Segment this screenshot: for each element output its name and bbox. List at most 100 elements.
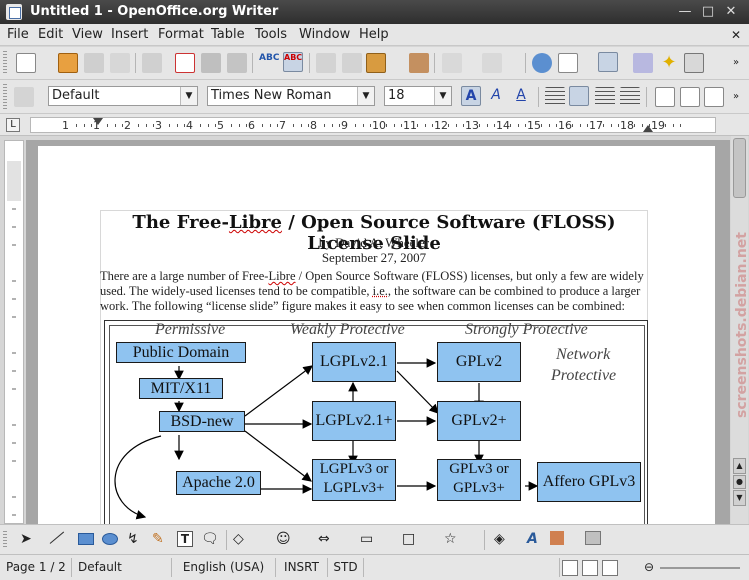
vertical-ruler[interactable] [4,140,24,524]
maximize-icon[interactable]: □ [700,4,716,20]
single-page-view-icon[interactable] [562,560,578,576]
status-page-style[interactable]: Default [72,558,172,577]
decrease-indent-icon[interactable] [704,87,724,107]
page-preview-icon[interactable] [227,53,247,73]
menu-help[interactable]: Help [359,27,389,42]
toolbar-grip[interactable] [3,51,7,75]
node-lgpl3[interactable]: LGPLv3 or LGPLv3+ [312,459,396,501]
save-icon[interactable] [84,53,104,73]
copy-icon[interactable] [342,53,362,73]
menu-insert[interactable]: Insert [111,27,148,42]
underline-icon[interactable]: A [511,86,531,106]
align-center-icon[interactable] [569,86,589,106]
menu-table[interactable]: Table [211,27,245,42]
points-icon[interactable]: ◈ [494,531,505,547]
spellcheck-icon[interactable]: ABC [259,53,279,73]
freeform-icon[interactable]: ✎ [152,531,164,547]
align-left-icon[interactable] [545,87,565,107]
menu-format[interactable]: Format [158,27,204,42]
node-apache[interactable]: Apache 2.0 [176,471,261,495]
toolbar-grip[interactable] [3,84,7,109]
redo-icon[interactable] [482,53,502,73]
node-affero-gplv3[interactable]: Affero GPLv3 [537,462,641,502]
block-arrows-icon[interactable]: ⇔ [318,531,330,547]
callout-icon[interactable]: 🗨 [201,531,219,547]
book-view-icon[interactable] [602,560,618,576]
navigator-icon[interactable]: ✦ [659,53,679,73]
page[interactable]: The Free-Libre / Open Source Software (F… [38,146,715,524]
node-gpl3[interactable]: GPLv3 or GPLv3+ [437,459,521,501]
menu-window[interactable]: Window [299,27,350,42]
extrusion-icon[interactable] [585,531,601,545]
node-lgpl21[interactable]: LGPLv2.1 [312,342,396,382]
paragraph-style-select[interactable]: Default ▼ [48,86,198,106]
node-bsd-new[interactable]: BSD-new [159,411,245,432]
toolbar-grip[interactable] [3,531,7,548]
document-author[interactable]: by David A. Wheeler [100,235,648,251]
toolbar-overflow-icon[interactable]: » [733,57,739,68]
menu-edit[interactable]: Edit [38,27,63,42]
text-icon[interactable]: T [177,531,193,547]
ruler-scale[interactable]: 1 1 2 3 4 5 6 7 8 9 10 11 12 13 14 15 16 17 18 19 [30,117,716,133]
styles-formatting-icon[interactable] [14,87,34,107]
font-size-select[interactable]: 18 ▼ [384,86,452,106]
justify-icon[interactable] [620,87,640,107]
node-gpl2-plus[interactable]: GPLv2+ [437,401,521,441]
show-draw-functions-icon[interactable] [598,52,618,72]
symbol-shapes-icon[interactable]: ☺ [276,531,291,547]
node-mit-x11[interactable]: MIT/X11 [139,378,223,399]
document-area[interactable]: The Free-Libre / Open Source Software (F… [26,140,730,524]
paste-icon[interactable] [366,53,386,73]
zoom-slider[interactable] [660,567,740,569]
next-page-icon[interactable]: ▼ [733,490,746,506]
open-icon[interactable] [58,53,78,73]
undo-icon[interactable] [442,53,462,73]
menu-tools[interactable]: Tools [255,27,287,42]
navigation-icon[interactable]: ● [733,475,746,489]
menu-view[interactable]: View [72,27,103,42]
cut-icon[interactable] [316,53,336,73]
chevron-down-icon[interactable]: ▼ [180,87,197,105]
license-diagram[interactable]: Permissive Weakly Protective Strongly Pr… [104,320,648,524]
node-public-domain[interactable]: Public Domain [116,342,246,363]
from-file-icon[interactable] [550,531,564,545]
status-selection-mode[interactable]: STD [328,558,364,577]
toolbar-overflow-icon[interactable]: » [733,91,739,102]
polygon-icon[interactable]: ↯ [127,531,139,547]
minimize-icon[interactable]: — [677,4,693,20]
node-gpl2[interactable]: GPLv2 [437,342,521,382]
edit-file-icon[interactable] [142,53,162,73]
callouts-icon[interactable]: □ [402,531,415,547]
status-page[interactable]: Page 1 / 2 [0,558,72,577]
left-indent-marker[interactable] [93,118,103,125]
document-date[interactable]: September 27, 2007 [100,250,648,266]
zoom-out-icon[interactable]: ⊖ [644,560,654,574]
close-icon[interactable]: ✕ [723,4,739,20]
basic-shapes-icon[interactable]: ◇ [233,531,244,547]
bold-icon[interactable]: A [461,86,481,106]
stars-icon[interactable]: ☆ [444,531,457,547]
numbering-icon[interactable] [655,87,675,107]
italic-icon[interactable]: A [486,86,506,106]
chevron-down-icon[interactable]: ▼ [434,87,451,105]
fontwork-gallery-icon[interactable]: A [527,531,538,547]
status-language[interactable]: English (USA) [172,558,276,577]
new-document-icon[interactable] [16,53,36,73]
export-pdf-icon[interactable] [175,53,195,73]
hyperlink-icon[interactable] [532,53,552,73]
email-icon[interactable] [110,53,130,73]
menu-file[interactable]: File [7,27,29,42]
status-insert-mode[interactable]: INSRT [276,558,328,577]
rectangle-icon[interactable] [78,533,94,545]
previous-page-icon[interactable]: ▲ [733,458,746,474]
close-document-icon[interactable]: ✕ [729,28,743,42]
vertical-scrollbar-thumb[interactable] [733,138,746,198]
node-lgpl21-plus[interactable]: LGPLv2.1+ [312,401,396,441]
tab-type-icon[interactable]: L [6,118,20,132]
select-icon[interactable]: ➤ [20,531,32,547]
align-right-icon[interactable] [595,87,615,107]
bullets-icon[interactable] [680,87,700,107]
line-icon[interactable] [49,531,65,544]
intro-paragraph[interactable]: There are a large number of Free-Libre /… [100,269,648,314]
font-name-select[interactable]: Times New Roman ▼ [207,86,375,106]
